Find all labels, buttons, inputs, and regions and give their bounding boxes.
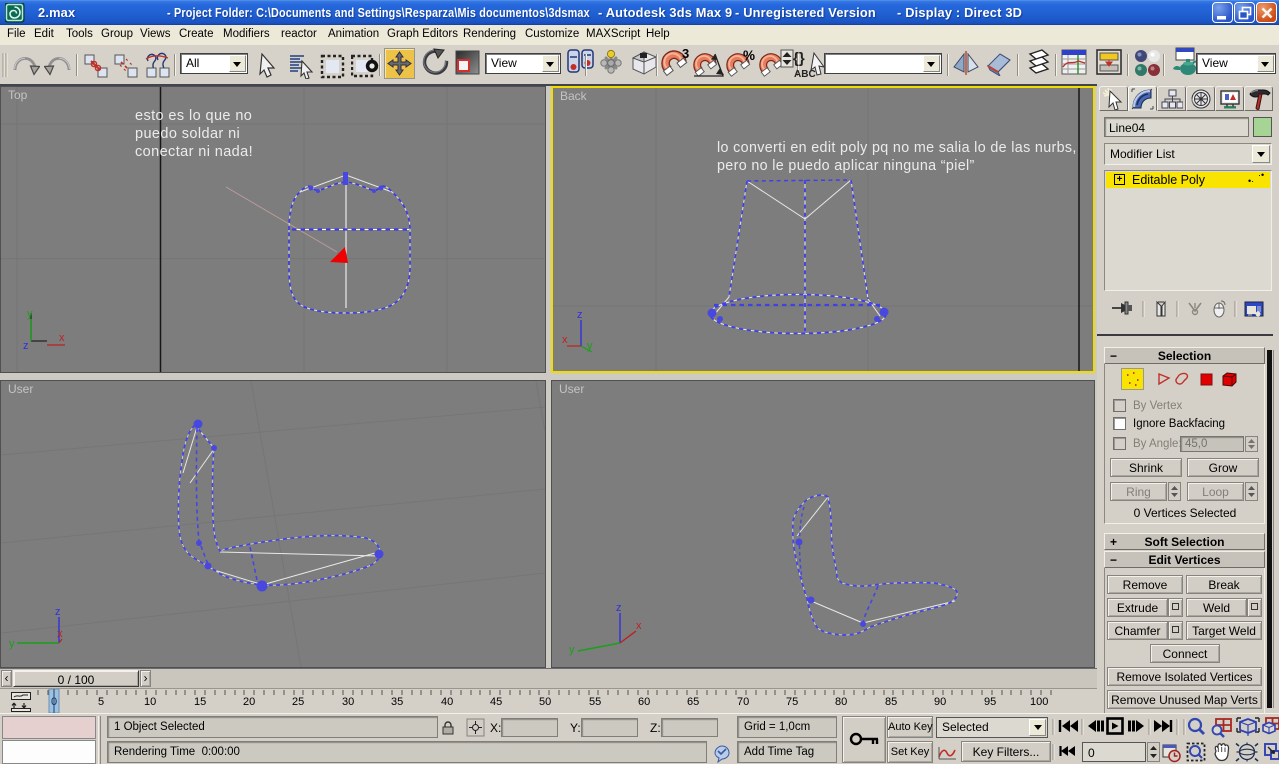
svg-text:x: x	[59, 332, 65, 344]
svg-text:x: x	[57, 628, 63, 640]
svg-text:y: y	[27, 308, 33, 320]
svg-text:{}: {}	[793, 50, 805, 67]
svg-text:y: y	[9, 638, 15, 650]
svg-text:z: z	[577, 309, 583, 321]
svg-text:y: y	[587, 340, 593, 352]
svg-text:3: 3	[682, 48, 689, 61]
svg-text:z: z	[616, 602, 622, 614]
svg-text:ABC: ABC	[794, 69, 816, 80]
svg-text:z: z	[23, 340, 29, 352]
svg-text:%: %	[743, 48, 755, 63]
svg-text:y: y	[569, 644, 575, 656]
svg-text:x: x	[562, 334, 568, 346]
svg-text:x: x	[636, 620, 642, 632]
svg-text:z: z	[55, 606, 61, 618]
